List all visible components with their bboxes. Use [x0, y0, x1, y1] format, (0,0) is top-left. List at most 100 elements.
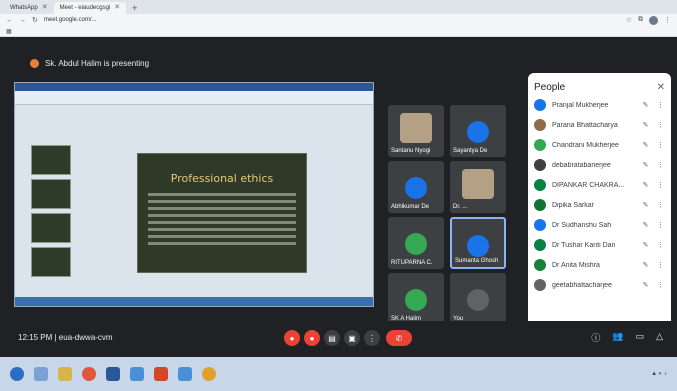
more-options-icon[interactable]: ⋮: [656, 201, 665, 209]
chrome-icon[interactable]: [202, 367, 216, 381]
slide-text-line: [148, 228, 296, 231]
camera-toggle-button[interactable]: ●: [304, 330, 320, 346]
address-bar[interactable]: meet.google.com/...: [44, 17, 97, 23]
participant-avatar: [467, 121, 489, 143]
mic-off-icon: ✎: [642, 182, 649, 189]
mic-off-icon: ✎: [642, 202, 649, 209]
people-panel-title: People: [534, 81, 566, 93]
participant-row[interactable]: debabratabanerjee ✎ ⋮: [534, 155, 665, 175]
participant-tile[interactable]: Sumanta Ghosh: [450, 217, 506, 269]
taskbar-app-icon[interactable]: [178, 367, 192, 381]
participant-avatar: [405, 177, 427, 199]
participant-video: [462, 169, 494, 199]
meeting-time: 12:15 PM: [18, 333, 53, 342]
people-icon[interactable]: 👥: [612, 331, 623, 344]
back-icon[interactable]: ←: [6, 17, 13, 24]
mic-off-icon: ✎: [642, 282, 649, 289]
participant-tile[interactable]: RITUPARNA C.: [388, 217, 444, 269]
close-icon[interactable]: ✕: [657, 82, 665, 93]
folder-icon[interactable]: [58, 367, 72, 381]
bookmarks-bar: ▦: [0, 26, 677, 37]
participant-name: Sayantya De: [453, 148, 488, 154]
more-options-icon[interactable]: ⋮: [656, 261, 665, 269]
extensions-icon[interactable]: ⧉: [638, 16, 643, 24]
shared-taskbar: [15, 297, 373, 306]
browser-icon[interactable]: [82, 367, 96, 381]
mic-off-icon: ✎: [642, 242, 649, 249]
word-icon[interactable]: [106, 367, 120, 381]
slide-text-line: [148, 242, 296, 245]
end-call-button[interactable]: ✆: [386, 330, 412, 346]
chat-icon[interactable]: ▭: [636, 331, 645, 344]
participant-avatar: [405, 289, 427, 311]
more-options-icon[interactable]: ⋮: [656, 281, 665, 289]
participant-name: Santanu Nyogi: [391, 148, 431, 154]
participant-row[interactable]: geetabhattacharjee ✎ ⋮: [534, 275, 665, 295]
participant-row[interactable]: Chandrani Mukherjee ✎ ⋮: [534, 135, 665, 155]
participant-tile[interactable]: Sayantya De: [450, 105, 506, 157]
profile-avatar[interactable]: [649, 15, 658, 25]
more-options-icon[interactable]: ⋮: [656, 221, 665, 229]
reload-icon[interactable]: ↻: [32, 16, 38, 24]
meeting-controls-bar: 12:15 PM | eua-dwwa-cvm ● ● ▤ ▣ ⋮ ✆ ⓘ 👥 …: [0, 321, 677, 357]
participant-tile[interactable]: Dr. ...: [450, 161, 506, 213]
participant-video: [400, 113, 432, 143]
participant-name: Abhikumar De: [391, 204, 430, 210]
slide-text-line: [148, 214, 296, 217]
avatar: [534, 199, 546, 211]
apps-icon[interactable]: ▦: [6, 28, 12, 35]
participant-row[interactable]: Dr Anita Mishra ✎ ⋮: [534, 255, 665, 275]
tab-meet[interactable]: Meet - eiaudecgsgi ✕: [53, 2, 127, 14]
more-options-icon[interactable]: ⋮: [656, 121, 665, 129]
current-slide: Professional ethics: [137, 153, 307, 273]
activities-icon[interactable]: △: [656, 331, 663, 344]
participant-row[interactable]: Dr Tushar Kanti Dan ✎ ⋮: [534, 235, 665, 255]
new-tab-button[interactable]: +: [126, 2, 143, 14]
more-options-icon[interactable]: ⋮: [656, 161, 665, 169]
participant-row[interactable]: Dr Sudhanshu Sah ✎ ⋮: [534, 215, 665, 235]
tab-label: WhatsApp: [10, 5, 38, 11]
participant-tile[interactable]: Santanu Nyogi: [388, 105, 444, 157]
menu-icon[interactable]: ⋮: [664, 16, 671, 24]
more-options-icon[interactable]: ⋮: [656, 101, 665, 109]
participant-row[interactable]: DIPANKAR CHAKRA... ✎ ⋮: [534, 175, 665, 195]
slide-thumbnail: [31, 213, 71, 243]
powerpoint-icon[interactable]: [154, 367, 168, 381]
participant-tile[interactable]: You: [450, 273, 506, 325]
forward-icon[interactable]: →: [19, 17, 26, 24]
participant-row[interactable]: Pranjal Mukherjee ✎ ⋮: [534, 95, 665, 115]
captions-button[interactable]: ▤: [324, 330, 340, 346]
start-icon[interactable]: [10, 367, 24, 381]
taskbar-app-icon[interactable]: [130, 367, 144, 381]
slide-text-line: [148, 200, 296, 203]
participant-tile[interactable]: SK A Halim: [388, 273, 444, 325]
shared-screen: Professional ethics: [14, 82, 374, 307]
mic-off-icon: ✎: [642, 142, 649, 149]
mic-off-icon: ✎: [642, 122, 649, 129]
more-options-button[interactable]: ⋮: [364, 330, 380, 346]
participant-tile[interactable]: Abhikumar De: [388, 161, 444, 213]
mic-off-icon: ✎: [642, 162, 649, 169]
tab-whatsapp[interactable]: WhatsApp ✕: [4, 2, 54, 14]
close-icon[interactable]: ✕: [114, 2, 120, 14]
present-button[interactable]: ▣: [344, 330, 360, 346]
participant-name: Pranjal Mukherjee: [552, 101, 609, 109]
slide-thumbnail: [31, 179, 71, 209]
meeting-side-controls: ⓘ 👥 ▭ △: [591, 331, 663, 344]
participant-avatar: [405, 233, 427, 255]
taskbar-app-icon[interactable]: [34, 367, 48, 381]
more-options-icon[interactable]: ⋮: [656, 141, 665, 149]
presenter-banner-text: Sk. Abdul Halim is presenting: [45, 59, 150, 68]
mic-toggle-button[interactable]: ●: [284, 330, 300, 346]
participant-row[interactable]: Parana Bhattacharya ✎ ⋮: [534, 115, 665, 135]
tab-label: Meet - eiaudecgsgi: [59, 5, 111, 11]
more-options-icon[interactable]: ⋮: [656, 241, 665, 249]
star-icon[interactable]: ☆: [626, 16, 632, 24]
meeting-code: eua-dwwa-cvm: [58, 333, 113, 342]
more-options-icon[interactable]: ⋮: [656, 181, 665, 189]
avatar: [534, 119, 546, 131]
participant-name: Dr Sudhanshu Sah: [552, 221, 612, 229]
info-icon[interactable]: ⓘ: [591, 331, 600, 344]
participant-row[interactable]: Dipika Sarkar ✎ ⋮: [534, 195, 665, 215]
close-icon[interactable]: ✕: [42, 2, 48, 14]
